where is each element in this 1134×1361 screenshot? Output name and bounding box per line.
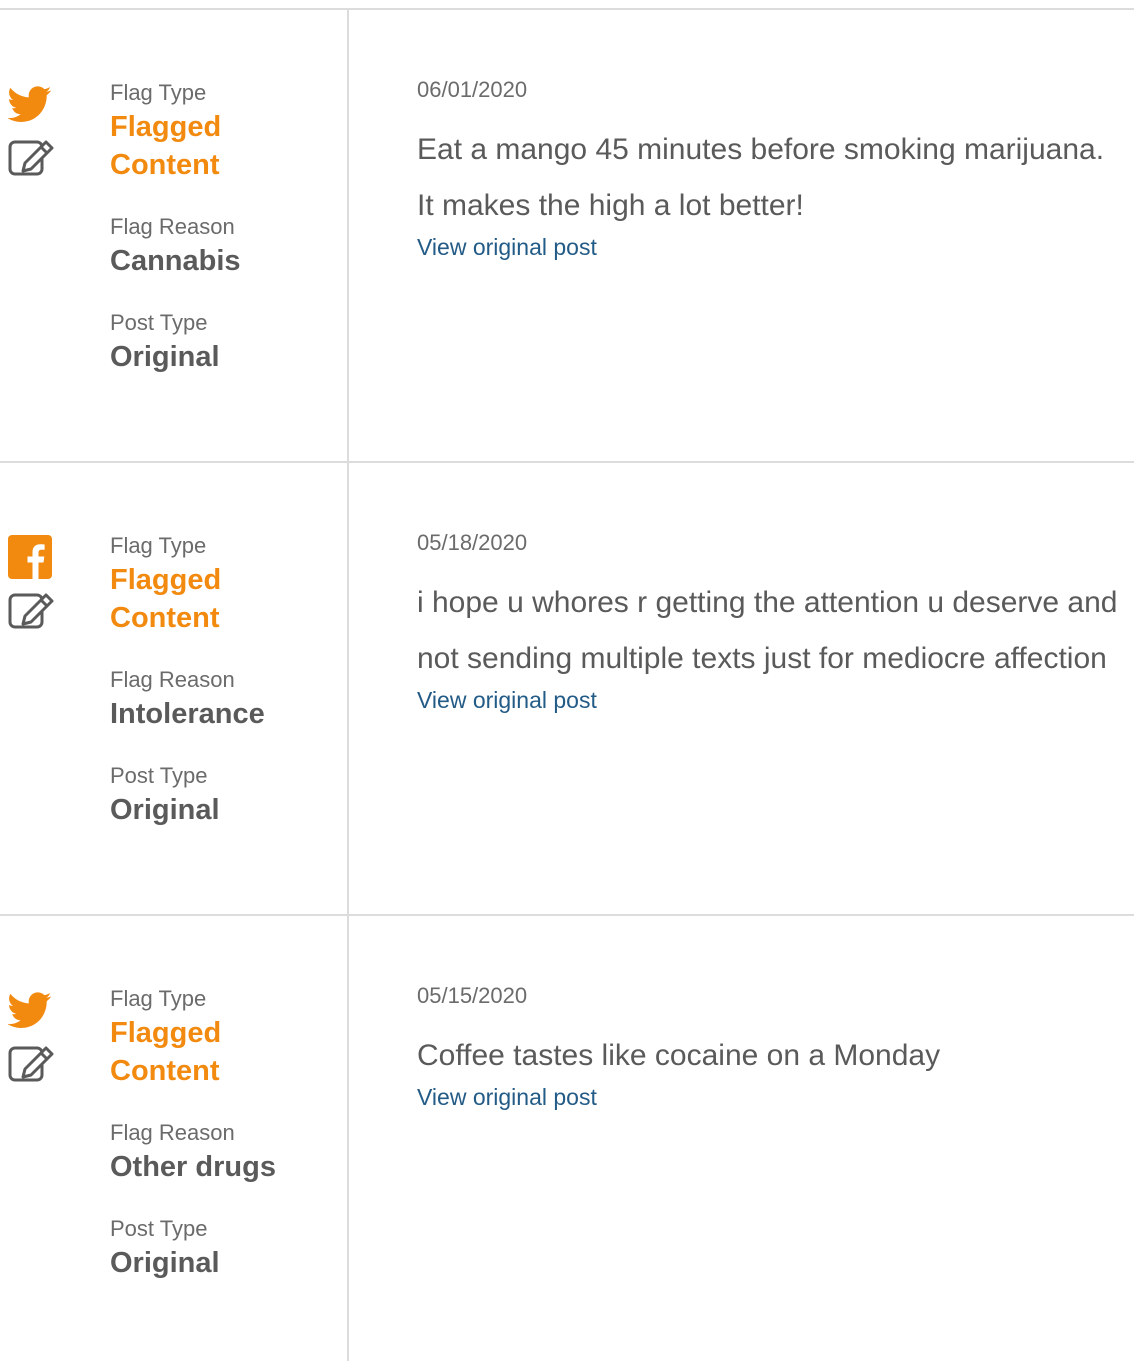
post-meta: Flag Type Flagged Content Flag Reason Ot… xyxy=(110,986,340,1312)
flag-reason-label: Flag Reason xyxy=(110,667,235,692)
post-type-block: Post Type Original xyxy=(110,1216,340,1282)
post-icons xyxy=(8,988,62,1084)
flag-type-block: Flag Type Flagged Content xyxy=(110,986,340,1090)
view-original-post-link[interactable]: View original post xyxy=(417,1082,597,1112)
column-divider xyxy=(347,916,349,1361)
twitter-icon xyxy=(8,992,52,1028)
flagged-post-row: Flag Type Flagged Content Flag Reason Ca… xyxy=(0,8,1134,461)
flag-type-value: Flagged Content xyxy=(110,111,222,181)
post-type-label: Post Type xyxy=(110,763,208,788)
flag-reason-label: Flag Reason xyxy=(110,1120,235,1145)
post-date: 05/18/2020 xyxy=(417,530,528,555)
flagged-post-row: Flag Type Flagged Content Flag Reason In… xyxy=(0,461,1134,914)
post-type-value: Original xyxy=(110,341,220,373)
flag-type-value: Flagged Content xyxy=(110,564,222,634)
flagged-post-row: Flag Type Flagged Content Flag Reason Ot… xyxy=(0,914,1134,1361)
post-text: Coffee tastes like cocaine on a Monday xyxy=(417,1039,941,1072)
edit-icon[interactable] xyxy=(8,587,58,631)
edit-icon[interactable] xyxy=(8,1040,58,1084)
flag-type-block: Flag Type Flagged Content xyxy=(110,80,340,184)
facebook-icon xyxy=(8,535,52,579)
post-date: 06/01/2020 xyxy=(417,77,528,102)
post-type-value: Original xyxy=(110,1247,220,1279)
post-text: i hope u whores r getting the attention … xyxy=(417,586,1118,675)
post-meta: Flag Type Flagged Content Flag Reason Ca… xyxy=(110,80,340,406)
twitter-icon xyxy=(8,86,52,122)
flag-type-value: Flagged Content xyxy=(110,1017,222,1087)
post-type-value: Original xyxy=(110,794,220,826)
view-original-post-link[interactable]: View original post xyxy=(417,232,597,262)
post-content: 05/18/2020 i hope u whores r getting the… xyxy=(417,529,1127,715)
post-type-label: Post Type xyxy=(110,310,208,335)
flag-reason-block: Flag Reason Other drugs xyxy=(110,1120,340,1186)
post-type-label: Post Type xyxy=(110,1216,208,1241)
post-type-block: Post Type Original xyxy=(110,763,340,829)
flag-type-label: Flag Type xyxy=(110,533,207,558)
edit-icon[interactable] xyxy=(8,134,58,178)
post-meta: Flag Type Flagged Content Flag Reason In… xyxy=(110,533,340,859)
post-content: 06/01/2020 Eat a mango 45 minutes before… xyxy=(417,76,1127,262)
column-divider xyxy=(347,10,349,461)
flag-reason-value: Other drugs xyxy=(110,1151,276,1183)
flag-reason-value: Cannabis xyxy=(110,245,241,277)
flag-type-label: Flag Type xyxy=(110,80,207,105)
view-original-post-link[interactable]: View original post xyxy=(417,685,597,715)
flagged-posts-list: Flag Type Flagged Content Flag Reason Ca… xyxy=(0,8,1134,1361)
flag-type-block: Flag Type Flagged Content xyxy=(110,533,340,637)
post-icons xyxy=(8,82,62,178)
post-content: 05/15/2020 Coffee tastes like cocaine on… xyxy=(417,982,1127,1112)
post-date: 05/15/2020 xyxy=(417,983,528,1008)
post-icons xyxy=(8,535,62,631)
column-divider xyxy=(347,463,349,914)
post-type-block: Post Type Original xyxy=(110,310,340,376)
flag-reason-value: Intolerance xyxy=(110,698,265,730)
flag-reason-label: Flag Reason xyxy=(110,214,235,239)
flag-reason-block: Flag Reason Intolerance xyxy=(110,667,340,733)
post-text: Eat a mango 45 minutes before smoking ma… xyxy=(417,133,1105,222)
flag-type-label: Flag Type xyxy=(110,986,207,1011)
flag-reason-block: Flag Reason Cannabis xyxy=(110,214,340,280)
